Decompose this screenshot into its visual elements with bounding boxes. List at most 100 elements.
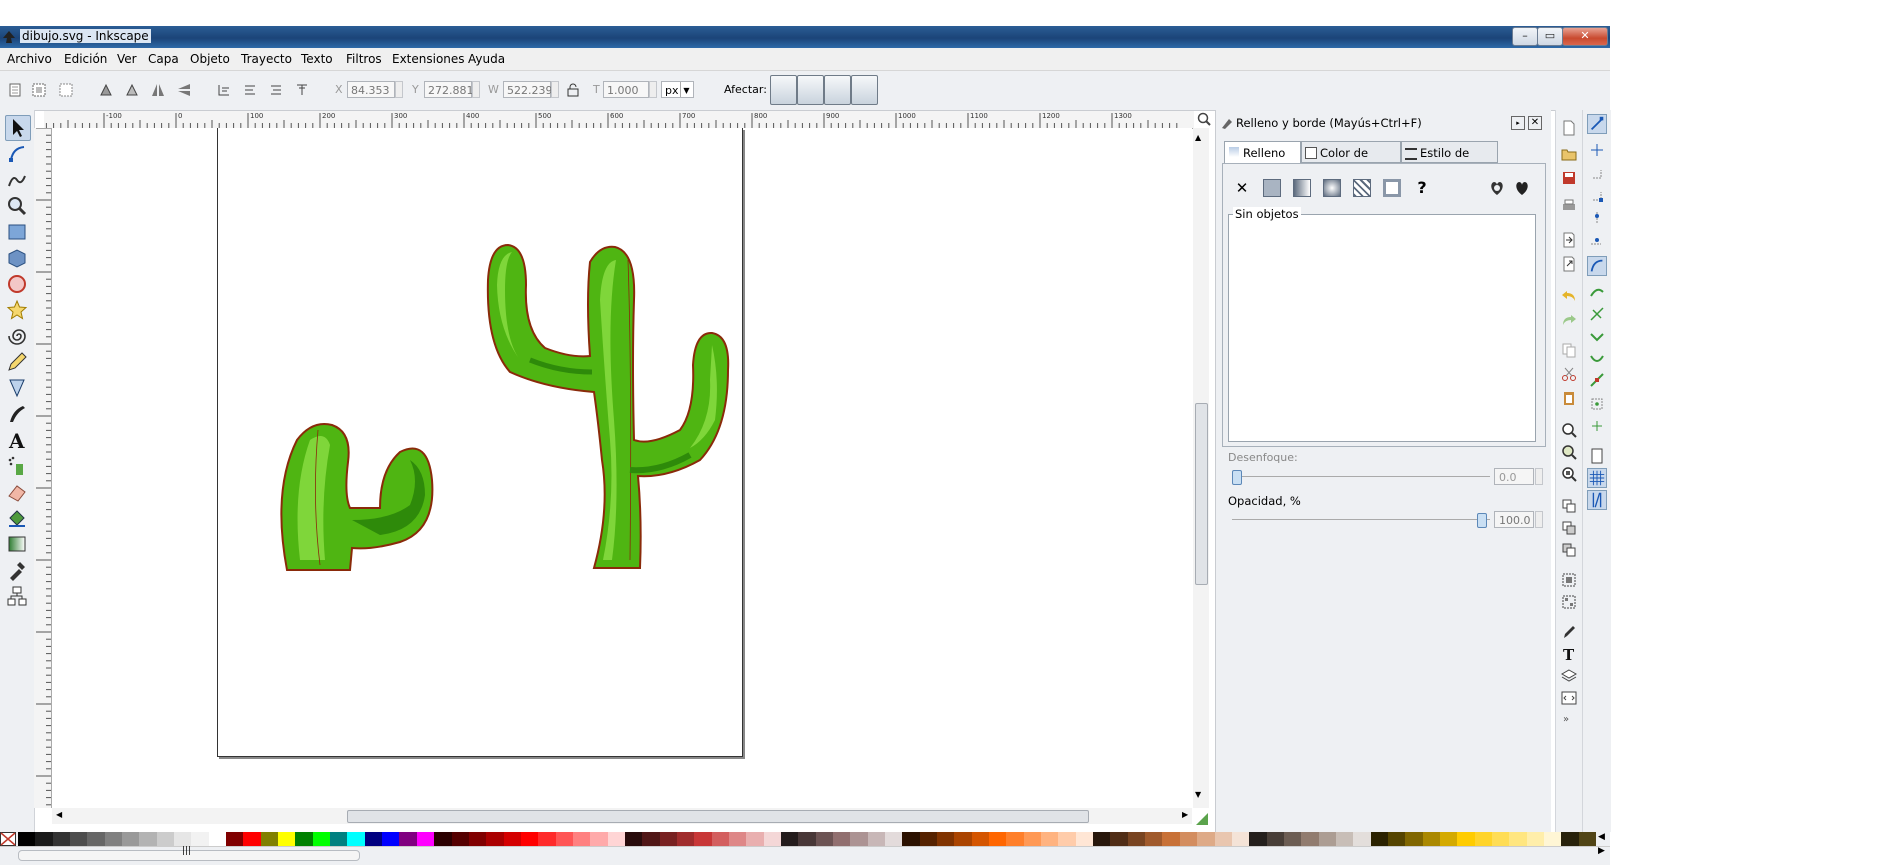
color-swatch[interactable] — [1561, 832, 1580, 846]
color-swatch[interactable] — [191, 832, 210, 846]
color-swatch[interactable] — [572, 832, 591, 846]
color-swatch[interactable] — [763, 832, 782, 846]
open-folder-icon[interactable] — [1561, 146, 1577, 162]
color-swatch[interactable] — [833, 832, 851, 846]
zoom-page-icon[interactable] — [1561, 466, 1577, 482]
color-swatch[interactable] — [1058, 832, 1077, 846]
color-swatch[interactable] — [607, 832, 626, 846]
flat-color-icon[interactable] — [1263, 179, 1281, 197]
snap-page-border-button[interactable] — [1587, 446, 1607, 466]
tall-cactus[interactable] — [486, 243, 730, 569]
color-swatch[interactable] — [1387, 832, 1406, 846]
color-swatch[interactable] — [780, 832, 799, 846]
color-swatch[interactable] — [642, 832, 661, 846]
scroll-right-icon[interactable]: ▶ — [1182, 810, 1188, 819]
blur-input[interactable]: 0.0 — [1494, 468, 1534, 485]
color-swatch[interactable] — [1335, 832, 1354, 846]
unlink-clone-icon[interactable] — [1561, 542, 1577, 558]
color-swatch[interactable] — [1231, 832, 1250, 846]
horizontal-scroll-thumb[interactable] — [347, 810, 1089, 823]
export-icon[interactable] — [1561, 256, 1577, 272]
blur-slider-track[interactable] — [1232, 476, 1490, 477]
color-swatch[interactable] — [1006, 832, 1025, 846]
color-swatch[interactable] — [1197, 832, 1215, 846]
color-swatch[interactable] — [70, 832, 88, 846]
color-swatch[interactable] — [590, 832, 609, 846]
snap-smooth-button[interactable] — [1587, 348, 1607, 368]
color-swatch[interactable] — [815, 832, 834, 846]
tab-stroke-paint[interactable]: Color de trazo — [1301, 141, 1401, 182]
snap-intersections-button[interactable] — [1587, 304, 1607, 324]
undo-icon[interactable] — [1561, 288, 1577, 304]
color-swatch[interactable] — [52, 832, 71, 846]
color-swatch[interactable] — [1075, 832, 1094, 846]
color-swatch[interactable] — [850, 832, 869, 846]
scroll-left-icon[interactable]: ◀ — [56, 810, 62, 819]
color-swatch[interactable] — [35, 832, 54, 846]
color-swatch[interactable] — [1474, 832, 1493, 846]
color-swatch[interactable] — [1405, 832, 1424, 846]
color-swatch[interactable] — [659, 832, 678, 846]
pattern-icon[interactable] — [1353, 179, 1371, 197]
color-swatch[interactable] — [1526, 832, 1545, 846]
color-swatch[interactable] — [989, 832, 1007, 846]
more-commands-icon[interactable]: » — [1563, 714, 1569, 725]
color-swatch[interactable] — [156, 832, 175, 846]
color-swatch[interactable] — [330, 832, 348, 846]
snap-toggle-button[interactable] — [1587, 114, 1607, 134]
close-button[interactable]: ✕ — [1562, 27, 1608, 46]
color-swatch[interactable] — [382, 832, 400, 846]
color-swatch[interactable] — [174, 832, 192, 846]
snap-midpoints-button[interactable] — [1587, 370, 1607, 390]
color-swatch[interactable] — [728, 832, 747, 846]
zoom-drawing-icon[interactable] — [1561, 444, 1577, 460]
snap-nodes-button[interactable] — [1587, 256, 1607, 276]
snap-bbox-edge-button[interactable] — [1587, 164, 1607, 184]
copy-icon[interactable] — [1561, 342, 1577, 358]
text-font-icon[interactable]: T — [1561, 646, 1577, 662]
color-swatch[interactable] — [1179, 832, 1198, 846]
color-swatch[interactable] — [1457, 832, 1476, 846]
color-swatch[interactable] — [416, 832, 435, 846]
xml-editor-pen-icon[interactable] — [1561, 624, 1577, 640]
new-document-icon[interactable] — [1561, 120, 1577, 136]
duplicate-icon[interactable] — [1561, 498, 1577, 514]
tab-fill[interactable]: Relleno — [1224, 141, 1301, 165]
snap-guides-button[interactable] — [1587, 490, 1607, 510]
color-swatch[interactable] — [624, 832, 643, 846]
color-swatch[interactable] — [1041, 832, 1059, 846]
color-swatch[interactable] — [364, 832, 383, 846]
vertical-scrollbar[interactable]: ▲ ▼ — [1193, 128, 1209, 808]
print-icon[interactable] — [1561, 198, 1577, 214]
blur-spinner[interactable] — [1535, 468, 1543, 485]
horizontal-scrollbar[interactable]: ◀ ▶ — [52, 808, 1192, 824]
color-swatch[interactable] — [468, 832, 487, 846]
fill-rule-nonzero-icon[interactable] — [1513, 179, 1531, 197]
color-swatch[interactable] — [347, 832, 366, 846]
unset-paint-icon[interactable]: ? — [1413, 179, 1431, 197]
color-swatch[interactable] — [399, 832, 418, 846]
tab-stroke-style[interactable]: Estilo de trazo — [1401, 141, 1498, 182]
xml-editor-icon[interactable] — [1561, 690, 1577, 706]
color-swatch[interactable] — [902, 832, 921, 846]
color-swatch[interactable] — [1145, 832, 1163, 846]
color-swatch[interactable] — [919, 832, 938, 846]
color-swatch[interactable] — [312, 832, 331, 846]
color-swatch[interactable] — [1543, 832, 1562, 846]
snap-bbox-center-button[interactable] — [1587, 230, 1607, 250]
no-paint-icon[interactable]: ✕ — [1233, 179, 1251, 197]
maximize-button[interactable]: ▭ — [1537, 27, 1563, 46]
radial-gradient-icon[interactable] — [1323, 179, 1341, 197]
color-swatch[interactable] — [139, 832, 158, 846]
save-icon[interactable] — [1561, 170, 1577, 186]
color-swatch[interactable] — [885, 832, 903, 846]
color-swatch[interactable] — [1353, 832, 1372, 846]
color-swatch[interactable] — [1162, 832, 1181, 846]
paste-icon[interactable] — [1561, 390, 1577, 406]
color-swatch[interactable] — [1283, 832, 1302, 846]
linear-gradient-icon[interactable] — [1293, 179, 1311, 197]
ungroup-icon[interactable] — [1561, 594, 1577, 610]
color-swatch[interactable] — [243, 832, 262, 846]
cut-icon[interactable] — [1561, 366, 1577, 382]
color-swatch[interactable] — [867, 832, 886, 846]
